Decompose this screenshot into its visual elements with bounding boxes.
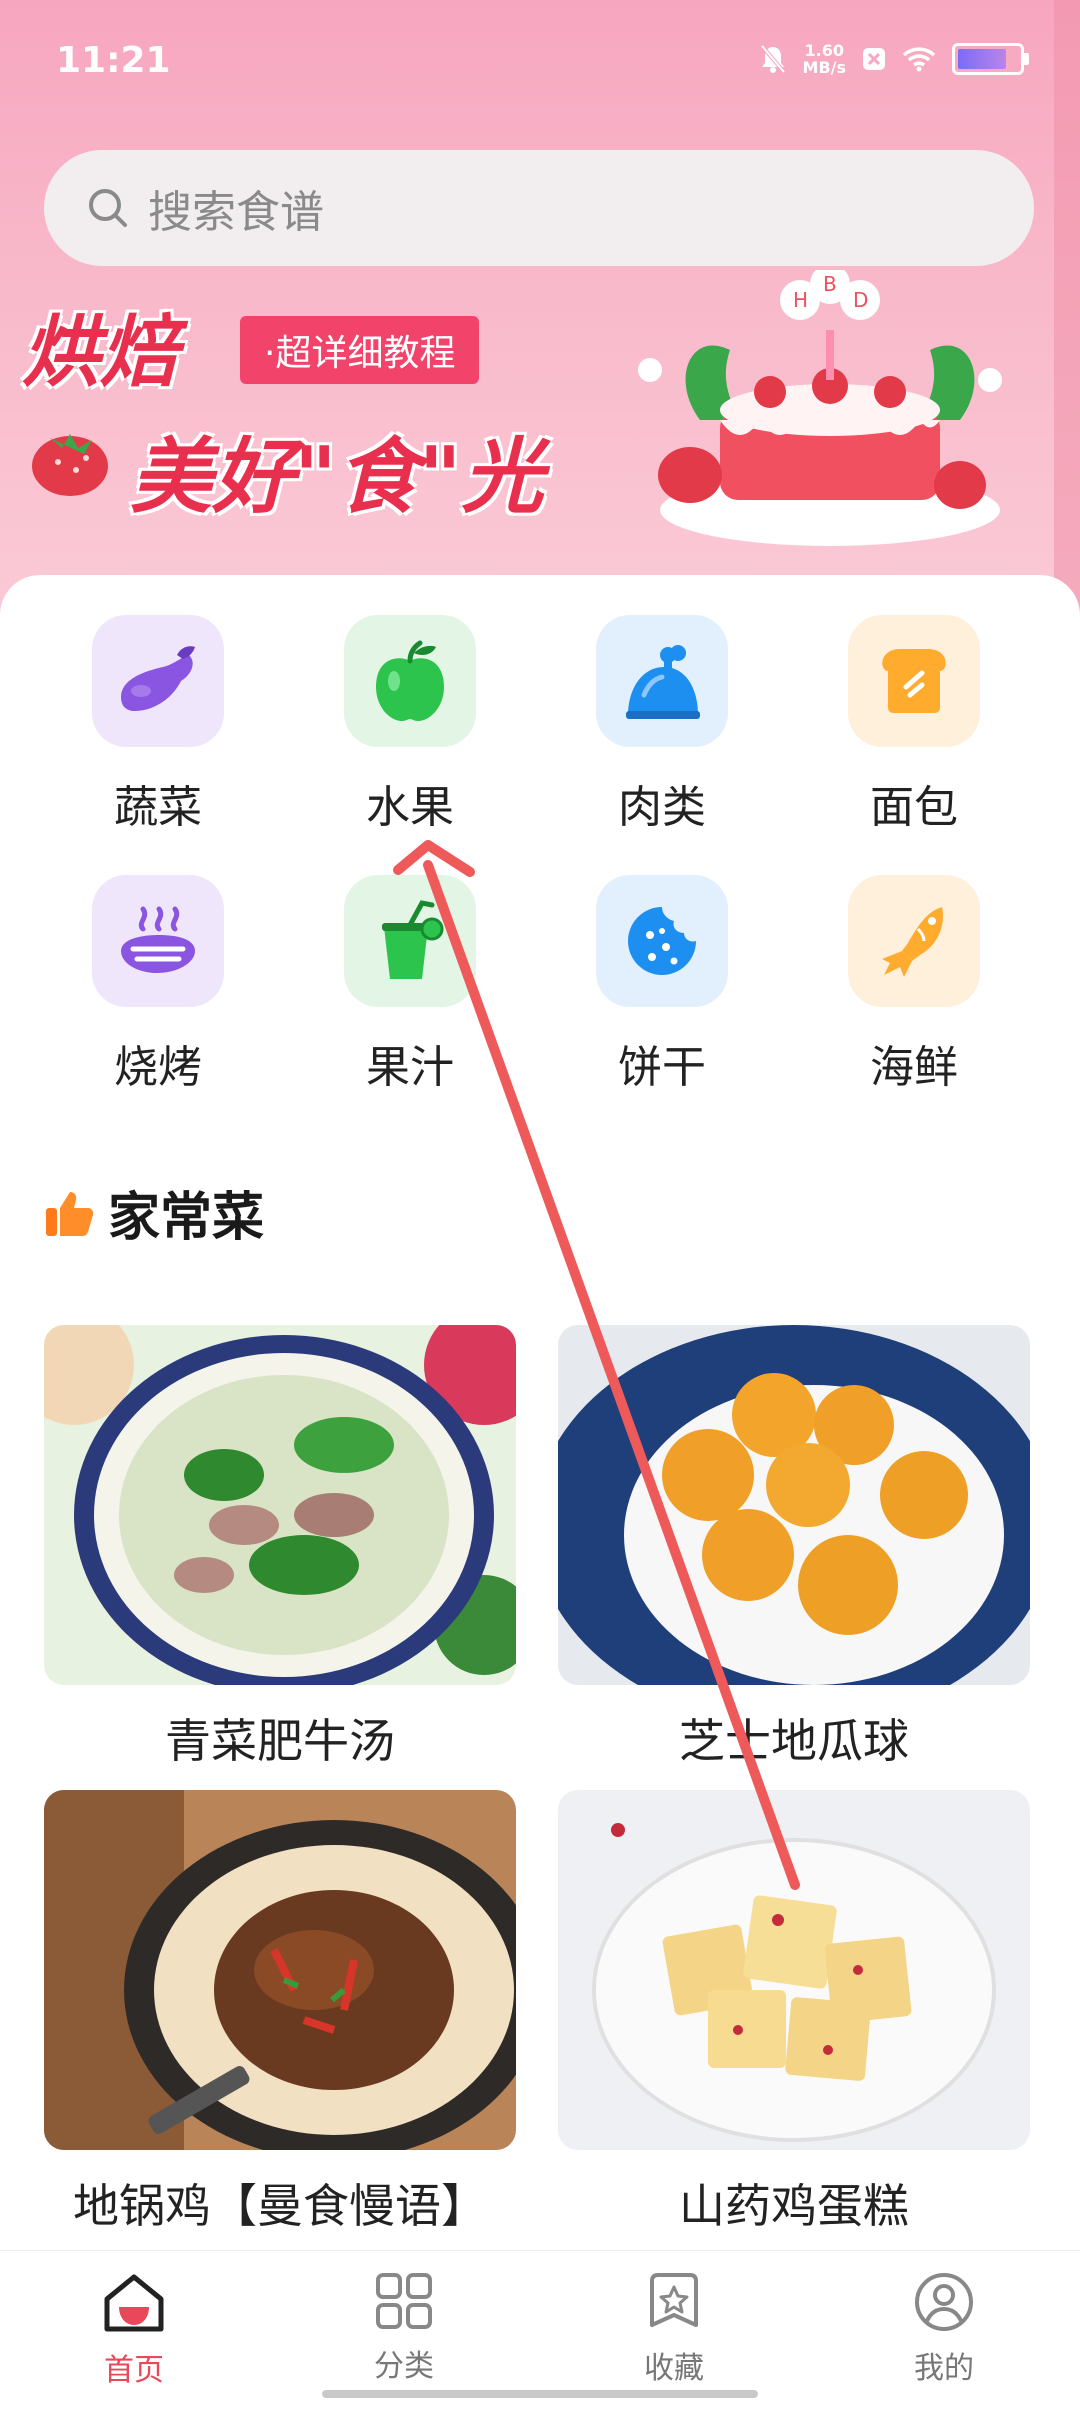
recipe-image[interactable] [44, 1790, 516, 2150]
cookie-icon [628, 907, 696, 975]
recipe-image[interactable] [558, 1790, 1030, 2150]
category-label: 烧烤 [114, 1042, 202, 1093]
fish-icon [882, 907, 944, 977]
section-title-home-cooking: 家常菜 [44, 1175, 264, 1250]
main-content: 蔬菜 水果 肉类 面包 烧烤 果汁 饼干 海鲜 家常菜 青菜肥牛汤 芝士地瓜球 … [0, 575, 1080, 2250]
tab-favorites[interactable]: 收藏 [574, 2271, 774, 2387]
tab-categories[interactable]: 分类 [304, 2271, 504, 2385]
gesture-home-bar[interactable] [322, 2390, 758, 2398]
banner-title-good-time: 美好"食"光 [130, 430, 544, 525]
recipe-card[interactable]: 地锅鸡【曼食慢语】 [44, 1790, 516, 2236]
recipe-title[interactable]: 地锅鸡【曼食慢语】 [44, 2170, 516, 2236]
category-juice[interactable]: 果汁 [310, 875, 510, 1095]
tab-label: 收藏 [644, 2351, 704, 2386]
eggplant-icon [121, 646, 195, 711]
category-label: 饼干 [618, 1042, 706, 1093]
search-icon [89, 189, 127, 227]
toast-icon [882, 649, 946, 713]
juice-icon [382, 900, 444, 979]
grill-icon [121, 906, 195, 973]
category-tile [848, 875, 980, 1007]
recipe-card[interactable]: 青菜肥牛汤 [44, 1325, 516, 1771]
category-label: 水果 [366, 782, 454, 833]
category-tile [92, 875, 224, 1007]
recipe-card[interactable]: 芝士地瓜球 [558, 1325, 1030, 1771]
hero-banner[interactable]: 11:21 1.60 MB/s 搜索食谱 烘焙 ·超详细教程 美好"食"光 H … [0, 0, 1080, 620]
tab-label: 我的 [914, 2351, 974, 2386]
star-icon [650, 2273, 698, 2327]
mute-icon [759, 44, 786, 74]
drumstick-icon [626, 645, 700, 719]
category-seafood[interactable]: 海鲜 [814, 875, 1014, 1095]
category-tile [344, 875, 476, 1007]
strawberry-icon [32, 434, 108, 496]
category-bread[interactable]: 面包 [814, 615, 1014, 835]
status-bar: 11:21 1.60 MB/s [0, 0, 1080, 120]
category-vegetables[interactable]: 蔬菜 [58, 615, 258, 835]
category-label: 果汁 [366, 1042, 454, 1093]
category-tile [848, 615, 980, 747]
status-time: 11:21 [56, 40, 171, 81]
status-icons: 1.60 MB/s [759, 42, 1029, 76]
tab-label: 分类 [374, 2349, 434, 2384]
recipe-image[interactable] [558, 1325, 1030, 1685]
recipe-card[interactable]: 山药鸡蛋糕 [558, 1790, 1030, 2236]
svg-text:B: B [823, 272, 837, 296]
category-tile [92, 615, 224, 747]
category-tile [596, 615, 728, 747]
category-bbq[interactable]: 烧烤 [58, 875, 258, 1095]
category-tile [344, 615, 476, 747]
recipe-title[interactable]: 芝士地瓜球 [558, 1705, 1030, 1771]
search-bar[interactable]: 搜索食谱 [44, 150, 1034, 266]
bottom-tab-bar: 首页 分类 收藏 我的 [0, 2250, 1080, 2409]
battery-icon [952, 43, 1029, 75]
banner-tag: ·超详细教程 [240, 316, 480, 384]
recipe-image[interactable] [44, 1325, 516, 1685]
speed-unit: MB/s [802, 58, 846, 77]
network-speed: 1.60 MB/s [803, 42, 846, 76]
category-label: 海鲜 [870, 1042, 958, 1093]
category-tile [596, 875, 728, 1007]
notification-icon [863, 48, 885, 70]
speed-value: 1.60 [804, 41, 844, 60]
tab-home[interactable]: 首页 [34, 2271, 234, 2389]
tab-profile[interactable]: 我的 [844, 2271, 1044, 2387]
section-title-text: 家常菜 [108, 1188, 265, 1248]
user-icon [915, 2273, 973, 2331]
grid-icon [376, 2273, 432, 2329]
recipe-title[interactable]: 青菜肥牛汤 [44, 1705, 516, 1771]
birthday-cake-icon: H B D [638, 270, 1002, 546]
category-label: 肉类 [618, 782, 706, 833]
banner-title-baking: 烘焙 [22, 308, 179, 398]
svg-text:H: H [793, 288, 808, 312]
search-placeholder[interactable]: 搜索食谱 [148, 176, 324, 240]
category-label: 面包 [870, 782, 958, 833]
home-icon [104, 2274, 164, 2332]
category-meat[interactable]: 肉类 [562, 615, 762, 835]
recipe-title[interactable]: 山药鸡蛋糕 [558, 2170, 1030, 2236]
tab-label: 首页 [104, 2353, 164, 2388]
svg-text:D: D [853, 288, 868, 312]
category-fruit[interactable]: 水果 [310, 615, 510, 835]
apple-icon [376, 640, 444, 721]
thumbs-up-icon [46, 1191, 94, 1236]
wifi-icon [902, 47, 936, 72]
category-label: 蔬菜 [114, 782, 202, 833]
category-biscuits[interactable]: 饼干 [562, 875, 762, 1095]
